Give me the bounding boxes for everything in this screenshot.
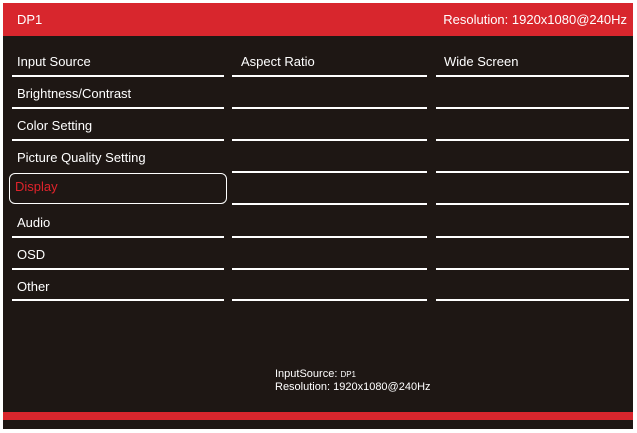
divider [436,299,629,301]
divider [436,139,629,141]
divider [12,236,224,238]
menu-item-display[interactable]: Display [9,173,227,204]
resolution-label: Resolution: [275,381,331,393]
divider [12,107,224,109]
divider [436,236,629,238]
divider [232,107,427,109]
divider [436,107,629,109]
source-info-panel: InputSource: DP1 Resolution: 1920x1080@2… [275,368,431,394]
divider [436,75,629,77]
current-resolution: Resolution: 1920x1080@240Hz [443,12,627,27]
divider [232,236,427,238]
divider [12,268,224,270]
osd-panel: DP1 Resolution: 1920x1080@240Hz Input So… [3,3,633,429]
input-source-label: InputSource: [275,368,338,380]
divider [436,203,629,205]
option-wide-screen[interactable]: Wide Screen [444,54,518,69]
current-input-source: DP1 [17,12,43,27]
menu-item-label: Audio [17,215,51,230]
bottom-accent-bar [3,412,633,420]
menu-item-label: OSD [17,247,46,262]
monitor-osd: DP1 Resolution: 1920x1080@240Hz Input So… [0,0,637,433]
divider [12,139,224,141]
menu-item-picture-quality-setting[interactable]: Picture Quality Setting [11,144,225,173]
menu-item-brightness-contrast[interactable]: Brightness/Contrast [11,80,225,109]
divider [232,203,427,205]
submenu-aspect-ratio[interactable]: Aspect Ratio [241,54,315,69]
divider [232,171,427,173]
divider [232,299,427,301]
menu-item-label: Display [15,179,58,194]
divider [12,299,224,301]
menu-item-input-source[interactable]: Input Source [11,48,225,77]
menu-item-audio[interactable]: Audio [11,209,225,238]
menu-item-label: Input Source [17,54,91,69]
divider [12,75,224,77]
menu-item-label: Color Setting [17,118,93,133]
menu-item-label: Other [17,279,50,294]
menu-item-other[interactable]: Other [11,273,225,302]
divider [436,171,629,173]
resolution-value: 1920x1080@240Hz [333,381,431,393]
divider [232,139,427,141]
divider [232,268,427,270]
divider [436,268,629,270]
divider [232,75,427,77]
input-source-value: DP1 [340,370,356,379]
menu-item-color-setting[interactable]: Color Setting [11,112,225,141]
osd-header: DP1 Resolution: 1920x1080@240Hz [3,3,633,36]
menu-item-label: Brightness/Contrast [17,86,132,101]
menu-item-label: Picture Quality Setting [17,150,146,165]
menu-item-osd[interactable]: OSD [11,241,225,270]
